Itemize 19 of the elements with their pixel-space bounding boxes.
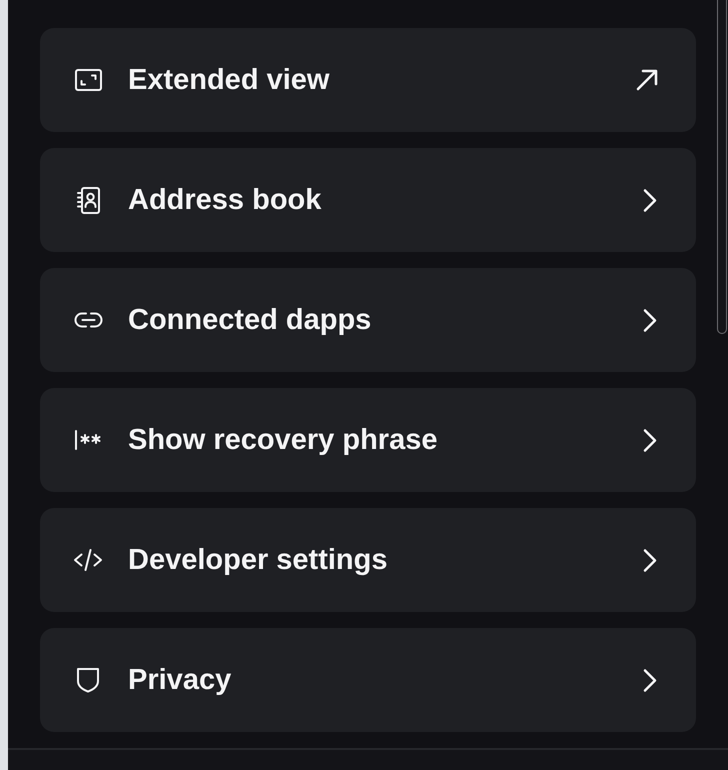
chevron-right-icon bbox=[642, 308, 658, 332]
chevron-right-icon bbox=[642, 548, 658, 572]
link-icon bbox=[74, 312, 102, 328]
address-book-icon bbox=[76, 186, 100, 214]
arrow-up-right-icon bbox=[636, 69, 658, 91]
masked-password-icon bbox=[74, 430, 102, 450]
scrollbar-thumb[interactable] bbox=[717, 0, 727, 334]
settings-menu-item[interactable]: Developer settings bbox=[40, 508, 696, 612]
settings-menu-item[interactable]: Address book bbox=[40, 148, 696, 252]
chevron-right-icon bbox=[642, 668, 658, 692]
settings-menu-item[interactable]: Extended view bbox=[40, 28, 696, 132]
chevron-right-icon bbox=[642, 188, 658, 212]
settings-menu-item[interactable]: Privacy bbox=[40, 628, 696, 732]
chevron-right-icon bbox=[642, 428, 658, 452]
code-icon bbox=[73, 548, 103, 572]
expand-icon bbox=[74, 69, 102, 91]
settings-menu-item[interactable]: Show recovery phrase bbox=[40, 388, 696, 492]
settings-menu-item[interactable]: Connected dapps bbox=[40, 268, 696, 372]
shield-icon bbox=[76, 667, 100, 693]
